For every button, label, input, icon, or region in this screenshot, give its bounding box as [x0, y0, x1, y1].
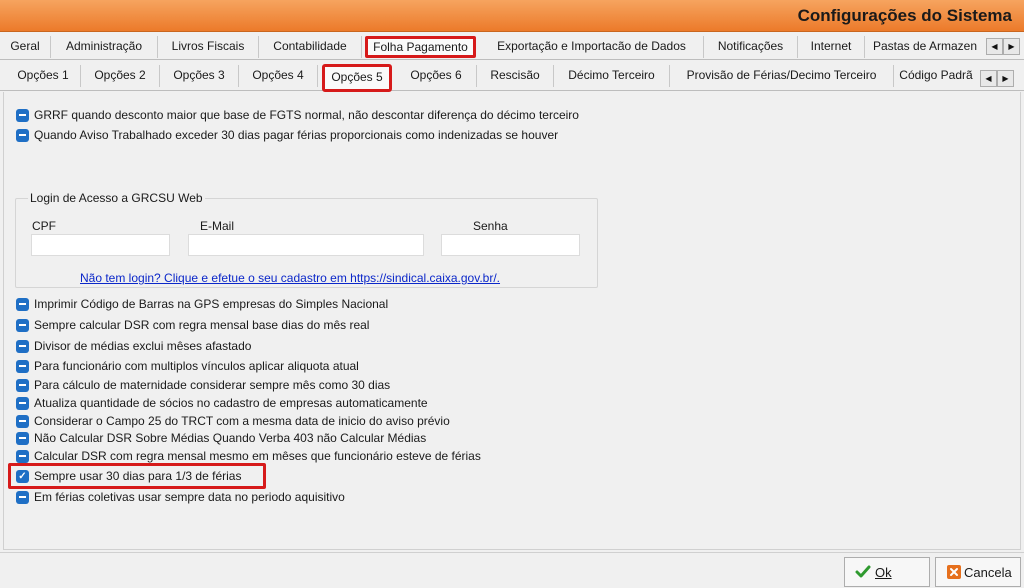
- arrow-left-icon: ◀: [985, 74, 992, 83]
- tab-contabilidade[interactable]: Contabilidade: [259, 36, 362, 58]
- arrow-right-icon: ▶: [1002, 74, 1009, 83]
- tab-exportacao-importacao[interactable]: Exportação e Importacão de Dados: [480, 36, 704, 58]
- checkbox-partial-icon[interactable]: [16, 378, 29, 392]
- checkmark-icon: [855, 565, 871, 578]
- cadastro-link[interactable]: Não tem login? Clique e efetue o seu cad…: [80, 271, 500, 285]
- tab-decimo-terceiro[interactable]: Décimo Terceiro: [554, 65, 670, 87]
- senha-field[interactable]: [441, 234, 580, 256]
- option-divisor-medias[interactable]: Divisor de médias exclui mêses afastado: [16, 337, 251, 355]
- email-label: E-Mail: [200, 219, 235, 233]
- close-icon: [947, 565, 961, 579]
- option-campo-25-trct[interactable]: Considerar o Campo 25 do TRCT com a mesm…: [16, 412, 450, 430]
- option-label: Para cálculo de maternidade considerar s…: [34, 378, 391, 392]
- option-label: Para funcionário com multiplos vínculos …: [34, 359, 359, 373]
- cancel-button[interactable]: Cancela: [935, 557, 1021, 587]
- checkbox-partial-icon[interactable]: [16, 297, 29, 311]
- checkbox-partial-icon[interactable]: [16, 108, 29, 122]
- email-field[interactable]: [188, 234, 424, 256]
- main-tab-bar: Geral Administração Livros Fiscais Conta…: [0, 32, 1024, 60]
- tab-folha-pagamento[interactable]: Folha Pagamento: [365, 36, 476, 58]
- option-label: Em férias coletivas usar sempre data no …: [34, 490, 345, 504]
- checkbox-partial-icon[interactable]: [16, 431, 29, 445]
- option-label: Não Calcular DSR Sobre Médias Quando Ver…: [34, 431, 427, 445]
- checkbox-partial-icon[interactable]: [16, 318, 29, 332]
- login-group-legend: Login de Acesso a GRCSU Web: [28, 191, 205, 205]
- tab-notificacoes[interactable]: Notificações: [704, 36, 798, 58]
- cpf-label: CPF: [32, 219, 56, 233]
- tab-internet[interactable]: Internet: [798, 36, 865, 58]
- arrow-left-icon: ◀: [991, 42, 998, 51]
- ok-button[interactable]: Ok: [844, 557, 930, 587]
- option-label: Imprimir Código de Barras na GPS empresa…: [34, 297, 389, 311]
- tab-provisao-ferias[interactable]: Provisão de Férias/Decimo Terceiro: [670, 65, 894, 87]
- option-dsr-mensal[interactable]: Sempre calcular DSR com regra mensal bas…: [16, 316, 369, 334]
- tab-livros-fiscais[interactable]: Livros Fiscais: [158, 36, 259, 58]
- tab-opcoes-3[interactable]: Opções 3: [160, 65, 239, 87]
- option-multiplos-vinculos[interactable]: Para funcionário com multiplos vínculos …: [16, 357, 359, 375]
- ok-label: Ok: [875, 564, 892, 580]
- checkbox-partial-icon[interactable]: [16, 490, 29, 504]
- option-label: Sempre calcular DSR com regra mensal bas…: [34, 318, 370, 332]
- tab-opcoes-2[interactable]: Opções 2: [81, 65, 160, 87]
- option-grrf-desconto[interactable]: GRRF quando desconto maior que base de F…: [16, 106, 579, 124]
- tab-opcoes-4[interactable]: Opções 4: [239, 65, 318, 87]
- title-bar: Configurações do Sistema: [0, 0, 1024, 32]
- tab-geral[interactable]: Geral: [0, 36, 51, 58]
- tab-scroll-left-button[interactable]: ◀: [986, 38, 1003, 55]
- checkbox-partial-icon[interactable]: [16, 339, 29, 353]
- option-label: Atualiza quantidade de sócios no cadastr…: [34, 396, 428, 410]
- option-label: Considerar o Campo 25 do TRCT com a mesm…: [34, 414, 450, 428]
- checkbox-partial-icon[interactable]: [16, 396, 29, 410]
- subtab-scroll-left-button[interactable]: ◀: [980, 70, 997, 87]
- option-codigo-barras-gps[interactable]: Imprimir Código de Barras na GPS empresa…: [16, 295, 388, 313]
- option-ferias-coletivas[interactable]: Em férias coletivas usar sempre data no …: [16, 488, 345, 506]
- option-maternidade-30-dias[interactable]: Para cálculo de maternidade considerar s…: [16, 376, 390, 394]
- cancel-label: Cancela: [964, 564, 1012, 580]
- cpf-field[interactable]: [31, 234, 170, 256]
- sub-tab-bar: Opções 1 Opções 2 Opções 3 Opções 4 Opçõ…: [0, 61, 1024, 92]
- tab-opcoes-5[interactable]: Opções 5: [322, 64, 392, 92]
- dialog-footer: Ok Cancela: [0, 552, 1024, 588]
- arrow-right-icon: ▶: [1008, 42, 1015, 51]
- option-label: GRRF quando desconto maior que base de F…: [34, 108, 579, 122]
- tab-rescisao[interactable]: Rescisão: [477, 65, 554, 87]
- option-atualiza-socios[interactable]: Atualiza quantidade de sócios no cadastr…: [16, 394, 428, 412]
- checkbox-partial-icon[interactable]: [16, 128, 29, 142]
- checkbox-partial-icon[interactable]: [16, 414, 29, 428]
- subtab-scroll-right-button[interactable]: ▶: [997, 70, 1014, 87]
- checkbox-partial-icon[interactable]: [16, 359, 29, 373]
- tab-administracao[interactable]: Administração: [51, 36, 158, 58]
- senha-label: Senha: [473, 219, 508, 233]
- option-label: Quando Aviso Trabalhado exceder 30 dias …: [34, 128, 559, 142]
- window-title: Configurações do Sistema: [797, 6, 1012, 25]
- tab-scroll-right-button[interactable]: ▶: [1003, 38, 1020, 55]
- tab-pastas-armazenamento[interactable]: Pastas de Armazen: [865, 36, 985, 58]
- tab-codigo-padrao[interactable]: Código Padrã: [894, 65, 978, 87]
- option-aviso-trabalhado[interactable]: Quando Aviso Trabalhado exceder 30 dias …: [16, 126, 558, 144]
- tab-opcoes-1[interactable]: Opções 1: [6, 65, 81, 87]
- option-dsr-verba-403[interactable]: Não Calcular DSR Sobre Médias Quando Ver…: [16, 429, 426, 447]
- tab-opcoes-6[interactable]: Opções 6: [396, 65, 477, 87]
- highlight-frame: [8, 463, 266, 489]
- option-label: Divisor de médias exclui mêses afastado: [34, 339, 252, 353]
- option-label: Calcular DSR com regra mensal mesmo em m…: [34, 449, 481, 463]
- checkbox-partial-icon[interactable]: [16, 449, 29, 463]
